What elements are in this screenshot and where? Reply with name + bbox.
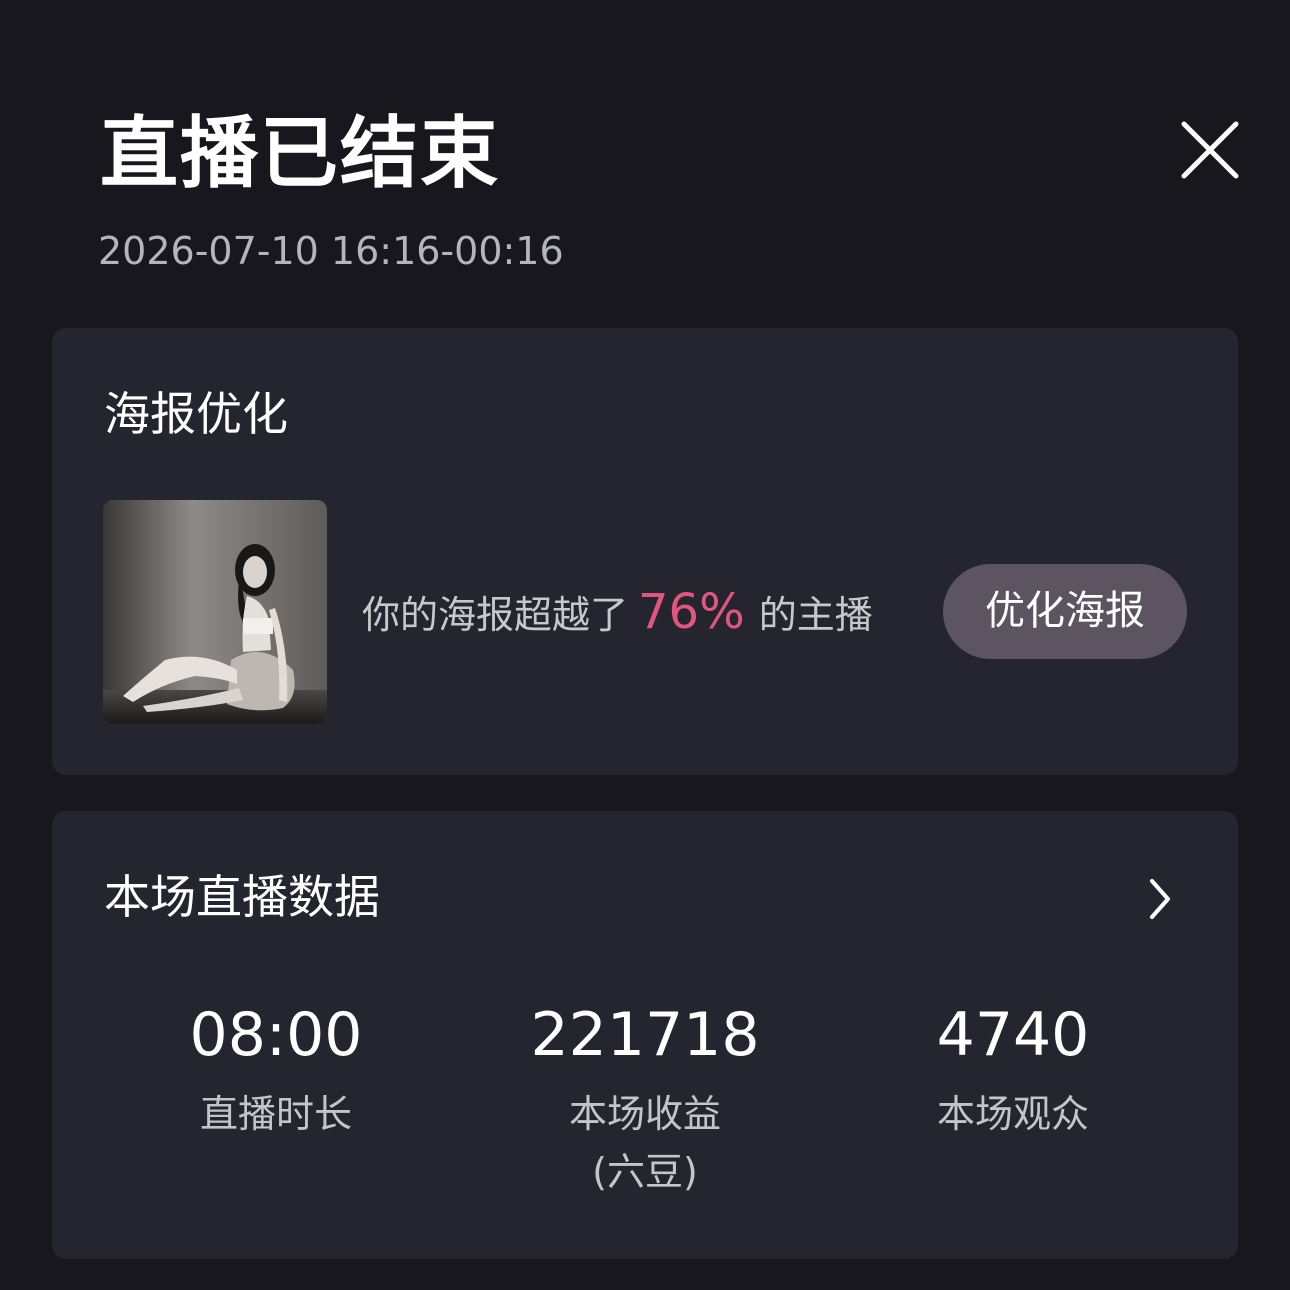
stat-live-duration: 08:00 直播时长: [86, 997, 466, 1143]
stat-label: 本场收益: [568, 1092, 721, 1136]
close-icon: [1181, 121, 1239, 179]
live-data-card[interactable]: 本场直播数据 08:00 直播时长 221718 本场收益 (六豆) 4740 …: [52, 811, 1238, 1259]
stat-label: 直播时长: [199, 1092, 352, 1136]
stat-value: 4740: [936, 1000, 1090, 1070]
close-button[interactable]: [1176, 116, 1244, 184]
stat-value: 08:00: [189, 1000, 363, 1070]
poster-rank-text: 你的海报超越了 76% 的主播: [362, 580, 873, 644]
optimize-poster-button[interactable]: 优化海报: [943, 564, 1187, 659]
stat-label: 本场观众: [936, 1092, 1089, 1136]
poster-rank-prefix: 你的海报超越了: [362, 593, 629, 637]
chevron-right-icon: [1150, 879, 1170, 919]
poster-rank-percent: 76%: [638, 584, 745, 640]
live-data-card-title: 本场直播数据: [104, 870, 380, 924]
stat-live-viewers: 4740 本场观众: [823, 997, 1203, 1143]
stat-live-income: 221718 本场收益 (六豆): [455, 997, 835, 1201]
poster-optimization-card: 海报优化 你的海报超越了 76% 的主播 优化海报: [52, 328, 1238, 775]
stat-value: 221718: [530, 1000, 760, 1070]
poster-rank-suffix: 的主播: [758, 593, 873, 637]
poster-image: [103, 500, 327, 724]
poster-thumbnail[interactable]: [103, 500, 327, 724]
stat-unit: (六豆): [592, 1150, 698, 1194]
live-time-range: 2026-07-10 16:16-00:16: [98, 229, 564, 273]
live-data-detail-link[interactable]: [1146, 877, 1174, 921]
page-title: 直播已结束: [100, 109, 501, 199]
poster-card-title: 海报优化: [104, 387, 288, 441]
